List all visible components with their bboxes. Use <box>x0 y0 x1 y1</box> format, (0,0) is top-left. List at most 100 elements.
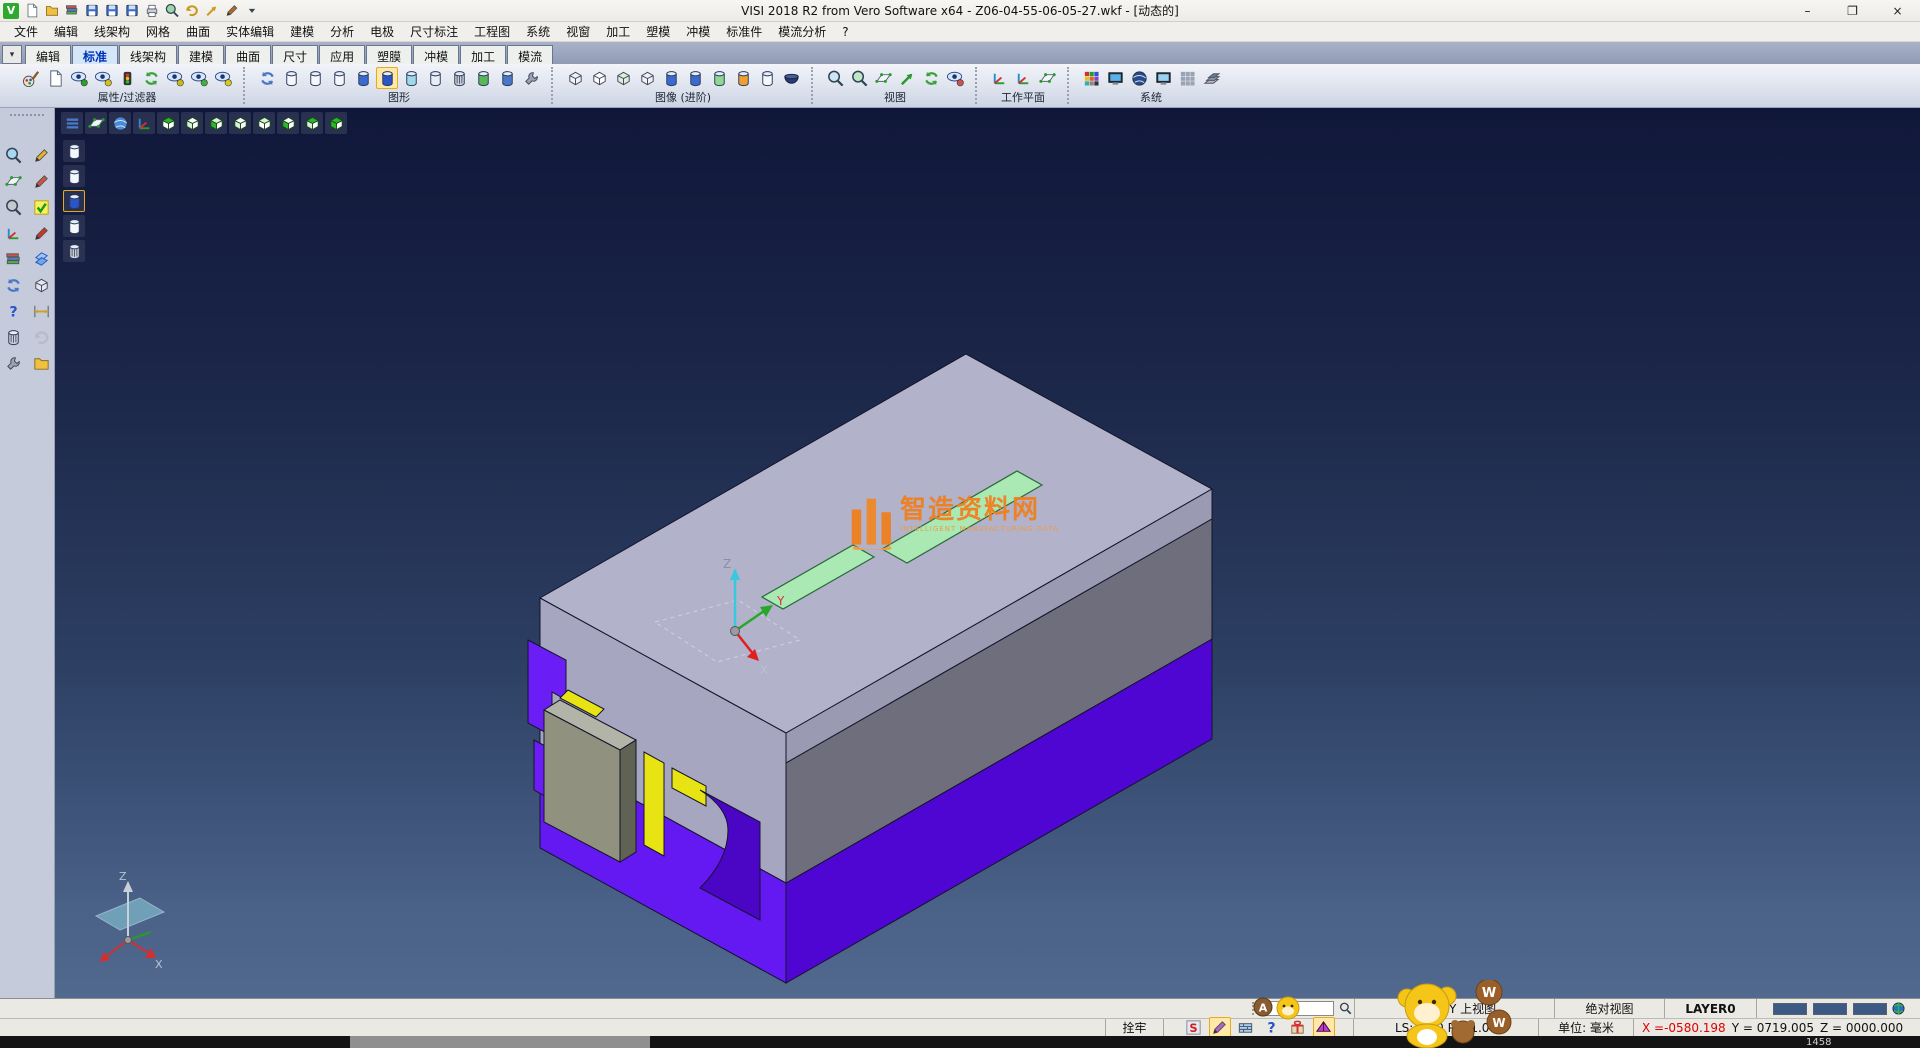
tab-标准[interactable]: 标准 <box>72 45 118 64</box>
tab-加工[interactable]: 加工 <box>460 45 506 64</box>
solid-green-icon[interactable] <box>708 67 730 89</box>
view-menu-icon[interactable] <box>61 112 83 134</box>
status-grip[interactable] <box>1252 1002 1260 1015</box>
display-settings-icon[interactable] <box>1104 67 1126 89</box>
shaded-plane-icon[interactable] <box>85 112 107 134</box>
save-as-icon[interactable] <box>103 2 121 20</box>
menu-item-标准件[interactable]: 标准件 <box>718 23 770 40</box>
open-project-icon[interactable] <box>30 352 52 374</box>
view-visibility-icon[interactable] <box>944 67 966 89</box>
hide-entities-icon[interactable] <box>92 67 114 89</box>
globe-icon[interactable] <box>1890 1001 1908 1017</box>
menu-item-文件[interactable]: 文件 <box>6 23 46 40</box>
hide-all-icon[interactable] <box>212 67 234 89</box>
attributes-brush-icon[interactable] <box>20 67 42 89</box>
solid-wire-icon[interactable] <box>756 67 778 89</box>
edit-sketch-icon[interactable] <box>30 144 52 166</box>
workplane-view-icon[interactable] <box>1036 67 1058 89</box>
snapshot-icon[interactable] <box>1152 67 1174 89</box>
view-left-icon[interactable] <box>277 112 299 134</box>
menu-item-编辑[interactable]: 编辑 <box>46 23 86 40</box>
regen-icon[interactable] <box>2 274 24 296</box>
menu-item-网格[interactable]: 网格 <box>138 23 178 40</box>
menu-item-视窗[interactable]: 视窗 <box>558 23 598 40</box>
validate-icon[interactable] <box>30 196 52 218</box>
search-icon[interactable] <box>1336 1001 1354 1017</box>
cube-views-2-icon[interactable] <box>588 67 610 89</box>
solid-resolution-2-icon[interactable] <box>684 67 706 89</box>
windows-taskbar[interactable]: 1458 <box>0 1036 1920 1048</box>
menu-item-模流分析[interactable]: 模流分析 <box>770 23 834 40</box>
tab-冲模[interactable]: 冲模 <box>413 45 459 64</box>
view-right-icon[interactable] <box>229 112 251 134</box>
view-iso-shaded-icon[interactable] <box>325 112 347 134</box>
zoom-extents-icon[interactable] <box>848 67 870 89</box>
menu-item-塑模[interactable]: 塑模 <box>638 23 678 40</box>
cylinder-copy-icon[interactable] <box>496 67 518 89</box>
solid-display-icon[interactable] <box>30 274 52 296</box>
layer-stack-icon[interactable] <box>1200 67 1222 89</box>
tab-应用[interactable]: 应用 <box>319 45 365 64</box>
zoom-solid-icon[interactable] <box>2 196 24 218</box>
help-icon[interactable]: ? <box>2 300 24 322</box>
absolute-view-indicator[interactable]: 绝对视图 <box>1554 999 1664 1018</box>
cylinder-shaded-icon[interactable] <box>352 67 374 89</box>
delete-graphics-icon[interactable] <box>448 67 470 89</box>
active-layer-name[interactable]: LAYER0 <box>1664 999 1756 1018</box>
refresh-view-icon[interactable] <box>920 67 942 89</box>
orbit-view-icon[interactable] <box>109 112 131 134</box>
menu-item-分析[interactable]: 分析 <box>322 23 362 40</box>
cylinder-flat-icon[interactable] <box>424 67 446 89</box>
save-file-icon[interactable] <box>83 2 101 20</box>
new-file-icon[interactable] <box>23 2 41 20</box>
refresh-graphics-icon[interactable] <box>256 67 278 89</box>
view-plane-icon[interactable] <box>872 67 894 89</box>
spline-icon[interactable] <box>30 222 52 244</box>
color-table-icon[interactable] <box>1080 67 1102 89</box>
plane-select-icon[interactable] <box>2 170 24 192</box>
view-top-icon[interactable] <box>157 112 179 134</box>
viewport-window-icon[interactable] <box>30 248 52 270</box>
toggle-visibility-icon[interactable] <box>164 67 186 89</box>
view-mode-indicator[interactable]: 绝对 XY 上视图 <box>1354 999 1554 1018</box>
menu-item-尺寸标注[interactable]: 尺寸标注 <box>402 23 466 40</box>
sidebar-handle[interactable] <box>10 114 44 122</box>
delete-layer-icon[interactable] <box>63 240 85 262</box>
print-icon[interactable] <box>143 2 161 20</box>
measure-icon[interactable] <box>30 300 52 322</box>
tab-编辑[interactable]: 编辑 <box>25 45 71 64</box>
system-globe-icon[interactable] <box>1128 67 1150 89</box>
solid-resolution-icon[interactable] <box>660 67 682 89</box>
export-file-icon[interactable] <box>123 2 141 20</box>
curve-edit-icon[interactable] <box>30 170 52 192</box>
zoom-window-icon[interactable] <box>824 67 846 89</box>
viewport-3d[interactable]: Z Y X Z X <box>55 108 1920 998</box>
tab-线架构[interactable]: 线架构 <box>119 45 177 64</box>
close-button[interactable]: × <box>1875 0 1920 21</box>
cube-views-1-icon[interactable] <box>564 67 586 89</box>
dynamic-rotation-icon[interactable] <box>896 67 918 89</box>
tab-建模[interactable]: 建模 <box>178 45 224 64</box>
delete-icon[interactable] <box>2 326 24 348</box>
maximize-button[interactable]: ❐ <box>1830 0 1875 21</box>
layer-color-swatch-2[interactable] <box>1813 1003 1847 1015</box>
view-bottom-icon[interactable] <box>301 112 323 134</box>
view-iso-icon[interactable] <box>181 112 203 134</box>
menu-item-建模[interactable]: 建模 <box>282 23 322 40</box>
cylinder-wireframe-icon[interactable] <box>280 67 302 89</box>
cylinder-dynamic-icon[interactable] <box>472 67 494 89</box>
undo-icon[interactable] <box>183 2 201 20</box>
show-entities-icon[interactable] <box>68 67 90 89</box>
layer-color-swatch-1[interactable] <box>1773 1003 1807 1015</box>
cylinder-hidden-line-icon[interactable] <box>304 67 326 89</box>
tab-模流[interactable]: 模流 <box>507 45 553 64</box>
wcs-icon[interactable] <box>2 222 24 244</box>
attributes-library-icon[interactable] <box>2 248 24 270</box>
cube-views-4-icon[interactable] <box>636 67 658 89</box>
view-front-icon[interactable] <box>205 112 227 134</box>
workplane-align-icon[interactable] <box>1012 67 1034 89</box>
snap-lock-toggle[interactable]: 拴牢 <box>1105 1019 1163 1036</box>
macro-icon[interactable] <box>223 2 241 20</box>
refresh-filter-icon[interactable] <box>140 67 162 89</box>
open-file-icon[interactable] <box>43 2 61 20</box>
